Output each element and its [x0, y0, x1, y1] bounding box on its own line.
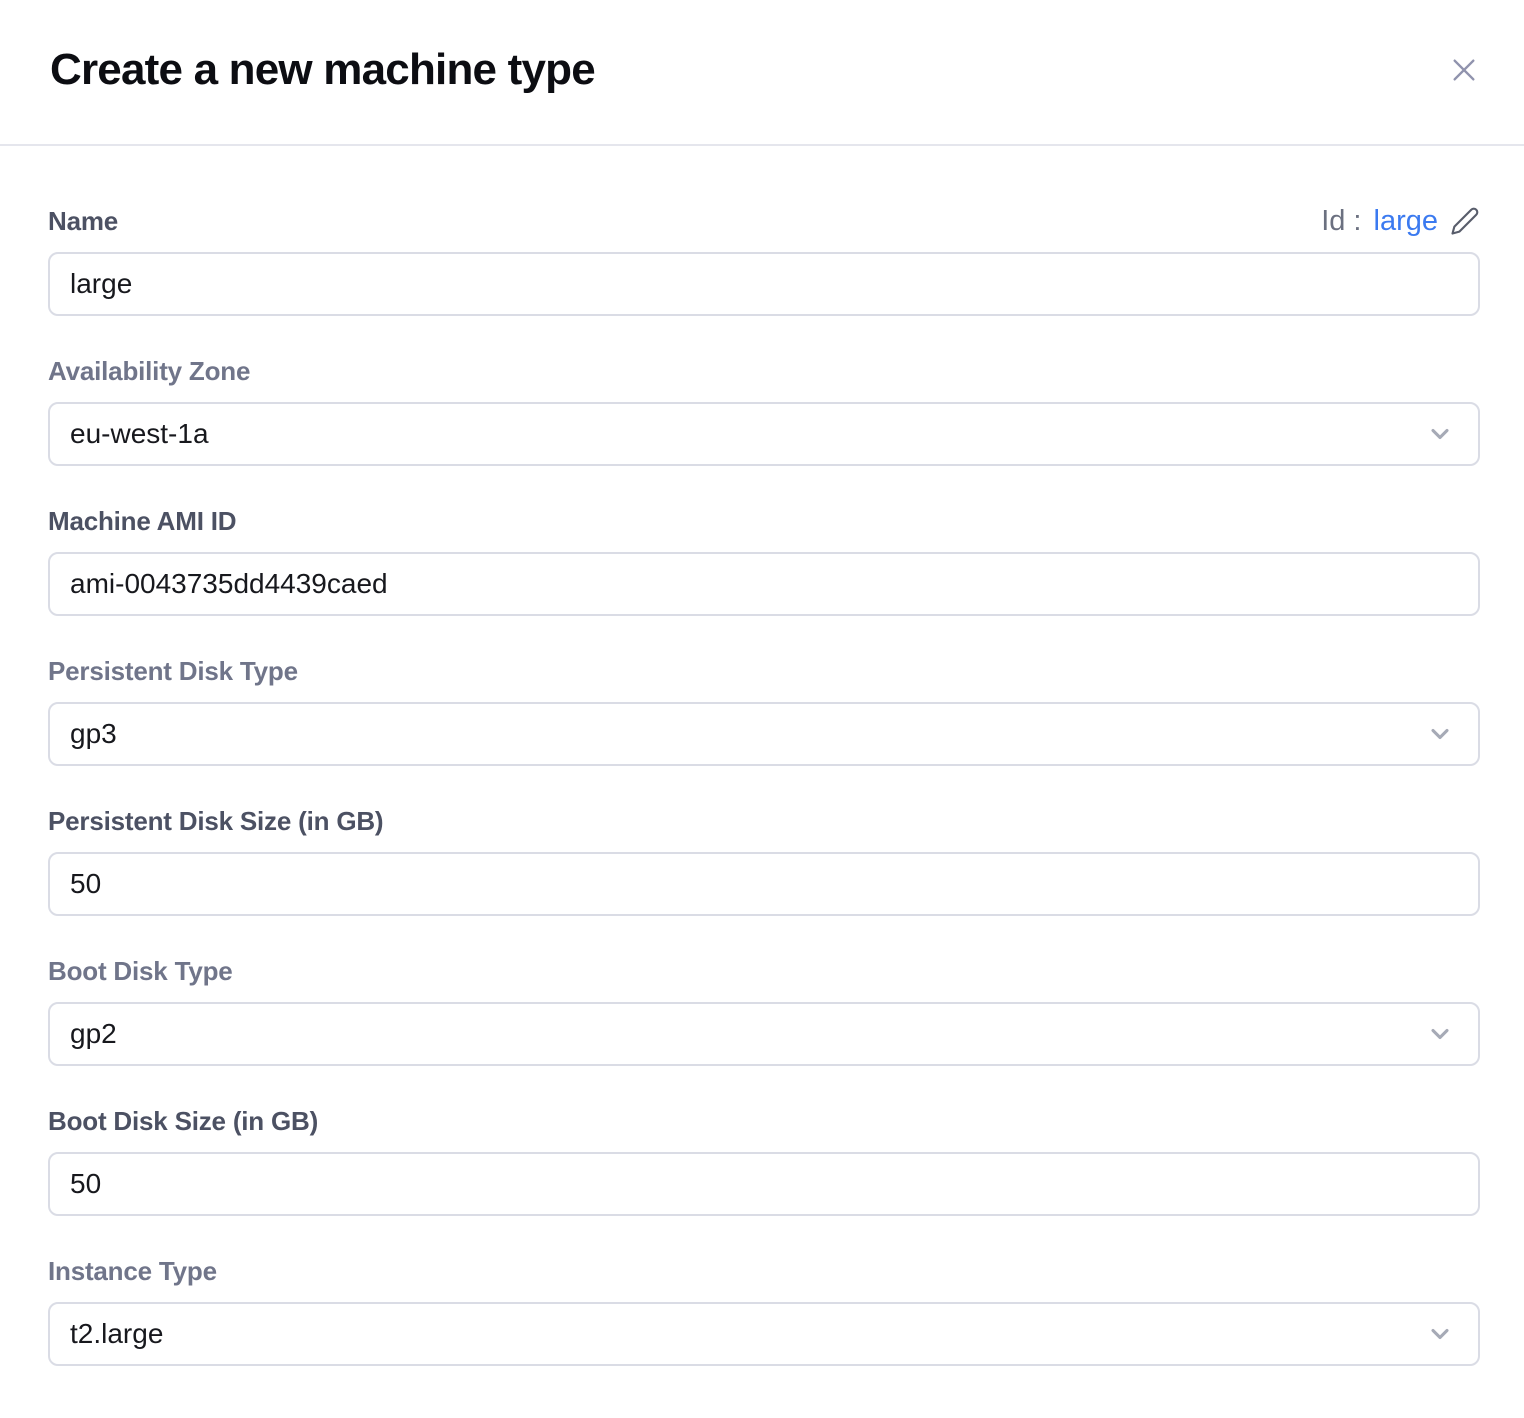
page-title: Create a new machine type	[50, 44, 595, 96]
field-machine-ami-id: Machine AMI ID	[48, 506, 1480, 616]
field-boot-disk-type: Boot Disk Type gp2	[48, 956, 1480, 1066]
machine-id-row: Id : large	[1321, 205, 1480, 238]
availability-zone-label: Availability Zone	[48, 356, 250, 386]
field-name: Name Id : large	[48, 206, 1480, 316]
boot-disk-type-select[interactable]: gp2	[48, 1002, 1480, 1066]
persistent-disk-type-select[interactable]: gp3	[48, 702, 1480, 766]
persistent-disk-type-label: Persistent Disk Type	[48, 656, 298, 686]
persistent-disk-size-input[interactable]	[48, 852, 1480, 916]
field-availability-zone: Availability Zone eu-west-1a	[48, 356, 1480, 466]
instance-type-value: t2.large	[70, 1318, 163, 1350]
persistent-disk-size-label: Persistent Disk Size (in GB)	[48, 806, 383, 836]
modal-body: Name Id : large Availa	[0, 146, 1524, 1366]
availability-zone-select[interactable]: eu-west-1a	[48, 402, 1480, 466]
availability-zone-value: eu-west-1a	[70, 418, 209, 450]
close-icon	[1448, 74, 1480, 89]
field-boot-disk-size: Boot Disk Size (in GB)	[48, 1106, 1480, 1216]
name-label: Name	[48, 206, 118, 236]
boot-disk-size-label: Boot Disk Size (in GB)	[48, 1106, 318, 1136]
machine-ami-id-input[interactable]	[48, 552, 1480, 616]
machine-id-value: large	[1374, 205, 1439, 238]
machine-id-label: Id :	[1321, 205, 1361, 238]
chevron-down-icon	[1426, 720, 1454, 748]
chevron-down-icon	[1426, 1020, 1454, 1048]
chevron-down-icon	[1426, 420, 1454, 448]
machine-ami-id-label: Machine AMI ID	[48, 506, 236, 536]
name-input[interactable]	[48, 252, 1480, 316]
instance-type-select[interactable]: t2.large	[48, 1302, 1480, 1366]
edit-id-button[interactable]	[1450, 206, 1480, 236]
persistent-disk-type-value: gp3	[70, 718, 117, 750]
create-machine-type-modal: Create a new machine type Name Id : larg…	[0, 0, 1524, 1418]
field-instance-type: Instance Type t2.large	[48, 1256, 1480, 1366]
instance-type-label: Instance Type	[48, 1256, 217, 1286]
pencil-icon	[1450, 224, 1480, 239]
boot-disk-type-value: gp2	[70, 1018, 117, 1050]
field-persistent-disk-type: Persistent Disk Type gp3	[48, 656, 1480, 766]
chevron-down-icon	[1426, 1320, 1454, 1348]
close-button[interactable]	[1448, 54, 1480, 86]
modal-header: Create a new machine type	[0, 0, 1524, 146]
boot-disk-type-label: Boot Disk Type	[48, 956, 233, 986]
boot-disk-size-input[interactable]	[48, 1152, 1480, 1216]
field-persistent-disk-size: Persistent Disk Size (in GB)	[48, 806, 1480, 916]
